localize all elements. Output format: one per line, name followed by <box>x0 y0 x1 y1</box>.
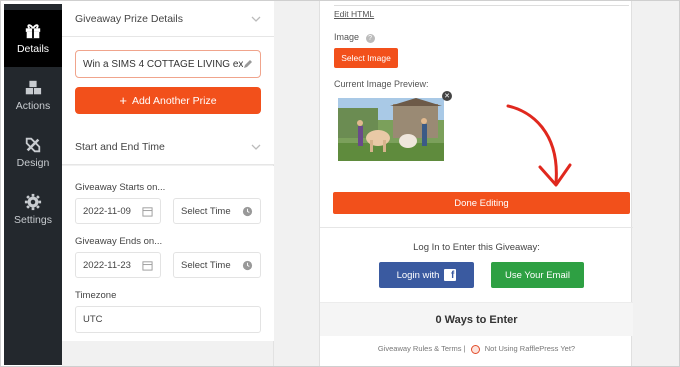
end-date-value: 2022-11-23 <box>83 259 131 271</box>
nav-label-settings: Settings <box>14 214 52 226</box>
prize-image-thumbnail <box>338 98 444 161</box>
use-email-button[interactable]: Use Your Email <box>491 262 584 288</box>
end-date-input[interactable]: 2022-11-23 <box>75 252 161 278</box>
add-prize-button[interactable]: + Add Another Prize <box>75 87 261 114</box>
nav-item-details[interactable]: Details <box>4 10 62 67</box>
start-time-input[interactable]: Select Time <box>173 198 261 224</box>
ends-label: Giveaway Ends on... <box>75 236 163 247</box>
facebook-icon: f <box>444 269 457 281</box>
start-date-input[interactable]: 2022-11-09 <box>75 198 161 224</box>
timezone-label: Timezone <box>75 290 117 301</box>
nav-label-details: Details <box>16 43 50 55</box>
gift-icon <box>25 24 41 39</box>
app-window: Details Actions Design Settings Giveaway… <box>0 0 680 367</box>
nav-item-actions[interactable]: Actions <box>4 67 62 124</box>
plus-icon: + <box>119 93 127 108</box>
ways-to-enter: 0 Ways to Enter <box>320 302 633 336</box>
gear-icon <box>24 193 42 211</box>
clock-icon <box>242 206 253 216</box>
annotation-arrow <box>506 104 572 187</box>
select-image-button[interactable]: Select Image <box>334 48 398 68</box>
not-using-link[interactable]: Not Using RafflePress Yet? <box>485 344 575 353</box>
image-label: Image ? <box>334 32 375 43</box>
prize-name-input[interactable]: Win a SIMS 4 COTTAGE LIVING ex... <box>75 50 261 78</box>
help-icon: ? <box>365 34 375 43</box>
start-date-value: 2022-11-09 <box>83 205 131 217</box>
timezone-value: UTC <box>83 314 103 325</box>
footer-separator: | <box>463 344 466 353</box>
end-time-value: Select Time <box>181 259 231 271</box>
chevron-down-icon <box>251 16 261 22</box>
add-prize-label: Add Another Prize <box>131 94 217 107</box>
prize-section-body: Win a SIMS 4 COTTAGE LIVING ex... + Add … <box>62 37 274 129</box>
edit-html-link[interactable]: Edit HTML <box>334 9 374 19</box>
nav-item-settings[interactable]: Settings <box>4 181 62 238</box>
login-facebook-button[interactable]: Login with f <box>379 262 474 288</box>
design-tools-icon <box>25 137 41 153</box>
calendar-icon <box>142 260 153 271</box>
prize-name-value: Win a SIMS 4 COTTAGE LIVING ex... <box>83 58 243 70</box>
chevron-down-icon <box>251 144 261 150</box>
login-facebook-label: Login with <box>396 269 440 281</box>
nav-label-actions: Actions <box>15 100 51 112</box>
done-editing-button[interactable]: Done Editing <box>333 192 630 214</box>
cubes-icon <box>25 80 42 95</box>
time-section-body: Giveaway Starts on... 2022-11-09 Select … <box>62 166 274 341</box>
rules-link[interactable]: Giveaway Rules & Terms <box>378 344 462 353</box>
calendar-icon <box>142 206 153 217</box>
remove-image-icon[interactable]: ✕ <box>442 91 452 101</box>
prize-section-title: Giveaway Prize Details <box>75 12 183 25</box>
nav-label-design: Design <box>16 157 50 169</box>
time-section-header[interactable]: Start and End Time <box>62 129 274 165</box>
start-time-value: Select Time <box>181 205 231 217</box>
login-title: Log In to Enter this Giveaway: <box>413 242 540 253</box>
settings-panel: Giveaway Prize Details Win a SIMS 4 COTT… <box>62 1 274 366</box>
time-section-title: Start and End Time <box>75 140 165 153</box>
starts-label: Giveaway Starts on... <box>75 182 166 193</box>
clock-icon <box>242 260 253 270</box>
image-label-text: Image <box>334 32 360 42</box>
nav-item-design[interactable]: Design <box>4 124 62 181</box>
divider <box>334 5 629 6</box>
pencil-icon[interactable] <box>243 59 253 69</box>
current-preview-label: Current Image Preview: <box>334 79 429 89</box>
divider <box>320 227 633 228</box>
rafflepress-logo-icon <box>470 344 480 354</box>
giveaway-preview: Edit HTML Image ? Select Image Current I… <box>274 1 679 366</box>
giveaway-card: Edit HTML Image ? Select Image Current I… <box>319 1 633 366</box>
timezone-select[interactable]: UTC <box>75 306 261 333</box>
prize-section-header[interactable]: Giveaway Prize Details <box>62 1 274 37</box>
sidebar-nav: Details Actions Design Settings <box>4 4 62 365</box>
giveaway-footer: Giveaway Rules & Terms | Not Using Raffl… <box>320 344 633 354</box>
end-time-input[interactable]: Select Time <box>173 252 261 278</box>
